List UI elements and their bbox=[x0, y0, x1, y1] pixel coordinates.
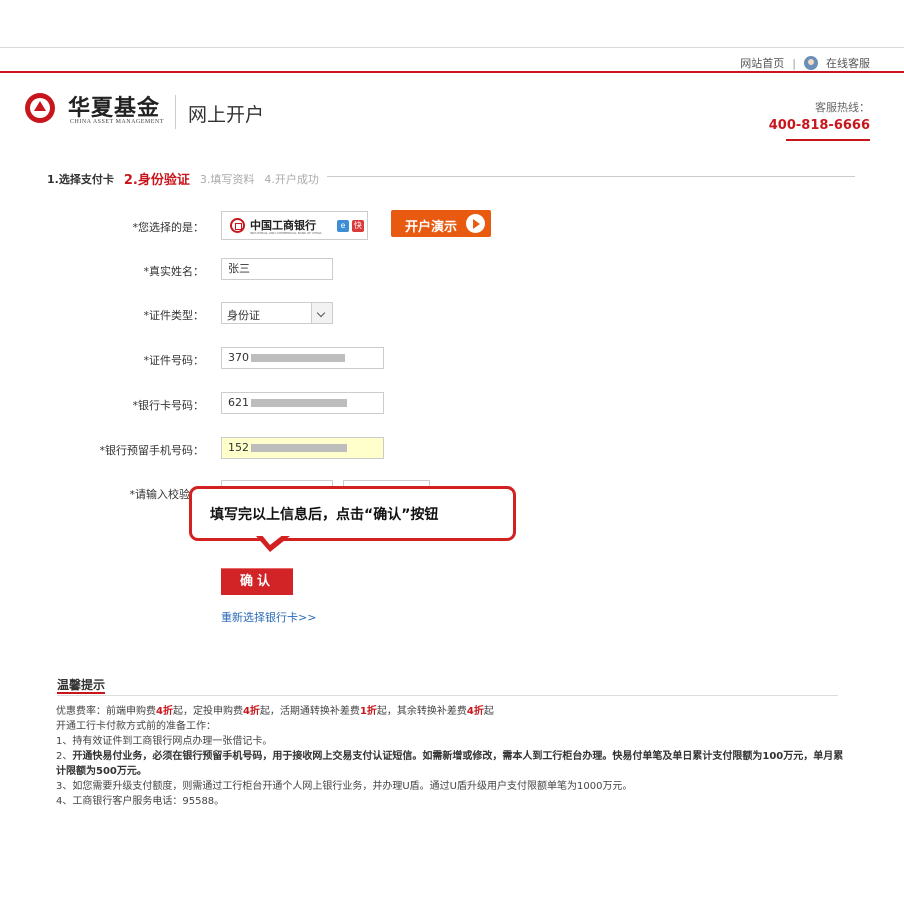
tip-item-4: 4、工商银行客户服务电话：95588。 bbox=[56, 796, 225, 807]
phone-input[interactable]: 152 bbox=[221, 437, 384, 459]
top-links: 网站首页 | 在线客服 bbox=[740, 55, 870, 71]
id-type-select[interactable]: 身份证 bbox=[221, 302, 333, 324]
phone-label: *银行预留手机号码： bbox=[99, 444, 205, 457]
name-label: *真实姓名： bbox=[143, 265, 205, 278]
header: 华夏基金 CHINA ASSET MANAGEMENT 网上开户 客服热线： 4… bbox=[0, 73, 904, 143]
tip-item-2: 2、开通快易付业务，必须在银行预留手机号码，用于接收网上交易支付认证短信。如需新… bbox=[56, 751, 844, 777]
top-bar: 网站首页 | 在线客服 bbox=[0, 47, 904, 72]
id-number-input[interactable]: 370 bbox=[221, 347, 384, 369]
prep-line: 开通工行卡付款方式前的准备工作： bbox=[56, 721, 216, 732]
play-icon bbox=[466, 214, 485, 233]
tip-item-1: 1、持有效证件到工商银行网点办理一张借记卡。 bbox=[56, 736, 273, 747]
tips-divider bbox=[57, 695, 838, 696]
confirm-button[interactable]: 确认 bbox=[221, 568, 293, 595]
bank-name-en: INDUSTRIAL AND COMMERCIAL BANK OF CHINA bbox=[250, 231, 322, 235]
logo-divider bbox=[175, 95, 176, 129]
step-success: 4.开户成功 bbox=[264, 170, 319, 187]
page-title: 网上开户 bbox=[188, 104, 265, 126]
customer-service-icon[interactable] bbox=[804, 56, 818, 70]
reselect-card-link[interactable]: 重新选择银行卡>> bbox=[221, 609, 316, 625]
fee-line: 优惠费率：前端申购费4折起，定投申购费4折起，活期通转换补差费1折起，其余转换补… bbox=[56, 706, 494, 717]
bank-label: *您选择的是： bbox=[132, 221, 205, 234]
hotline-number: 400-818-6666 bbox=[768, 118, 870, 133]
home-link[interactable]: 网站首页 bbox=[740, 55, 784, 71]
verify-code-label: *请输入校验 bbox=[129, 488, 191, 501]
name-input[interactable]: 张三 bbox=[221, 258, 333, 280]
hotline-underline bbox=[786, 139, 870, 141]
instruction-callout: 填写完以上信息后，点击“确认”按钮 bbox=[189, 486, 516, 541]
tip-item-3: 3、如您需要升级支付额度，则需通过工行柜台开通个人网上银行业务，并办理U盾。通过… bbox=[56, 781, 633, 792]
e-pay-icon: e bbox=[337, 220, 349, 232]
top-separator: | bbox=[792, 56, 796, 70]
step-identity-verify: 2.身份验证 bbox=[123, 169, 190, 188]
selected-bank: 中国工商银行 INDUSTRIAL AND COMMERCIAL BANK OF… bbox=[221, 211, 368, 240]
card-number-label: *银行卡号码： bbox=[132, 399, 205, 412]
tips-body: 优惠费率：前端申购费4折起，定投申购费4折起，活期通转换补差费1折起，其余转换补… bbox=[56, 704, 846, 809]
online-service-link[interactable]: 在线客服 bbox=[826, 55, 870, 71]
card-number-input[interactable]: 621 bbox=[221, 392, 384, 414]
brand-logo-icon[interactable] bbox=[25, 93, 55, 123]
progress-steps: 1.选择支付卡 2.身份验证 3.填写资料 4.开户成功 bbox=[39, 169, 855, 188]
id-type-label: *证件类型： bbox=[143, 309, 205, 322]
quick-pay-icon: 快 bbox=[352, 220, 364, 232]
brand-name-en: CHINA ASSET MANAGEMENT bbox=[70, 119, 164, 125]
tips-underline bbox=[57, 692, 105, 694]
chevron-down-icon[interactable] bbox=[311, 303, 332, 323]
masked-digits bbox=[251, 444, 347, 452]
tips-title: 温馨提示 bbox=[57, 678, 106, 692]
id-number-label: *证件号码： bbox=[143, 354, 205, 367]
masked-digits bbox=[251, 354, 345, 362]
brand-name[interactable]: 华夏基金 bbox=[68, 90, 160, 122]
step-select-card: 1.选择支付卡 bbox=[47, 170, 114, 187]
callout-text: 填写完以上信息后，点击“确认”按钮 bbox=[210, 507, 439, 523]
icbc-logo-icon bbox=[230, 218, 245, 233]
demo-button[interactable]: 开户演示 bbox=[391, 210, 491, 237]
masked-digits bbox=[251, 399, 347, 407]
hotline-label: 客服热线： bbox=[815, 101, 870, 114]
step-fill-info: 3.填写资料 bbox=[199, 170, 255, 187]
